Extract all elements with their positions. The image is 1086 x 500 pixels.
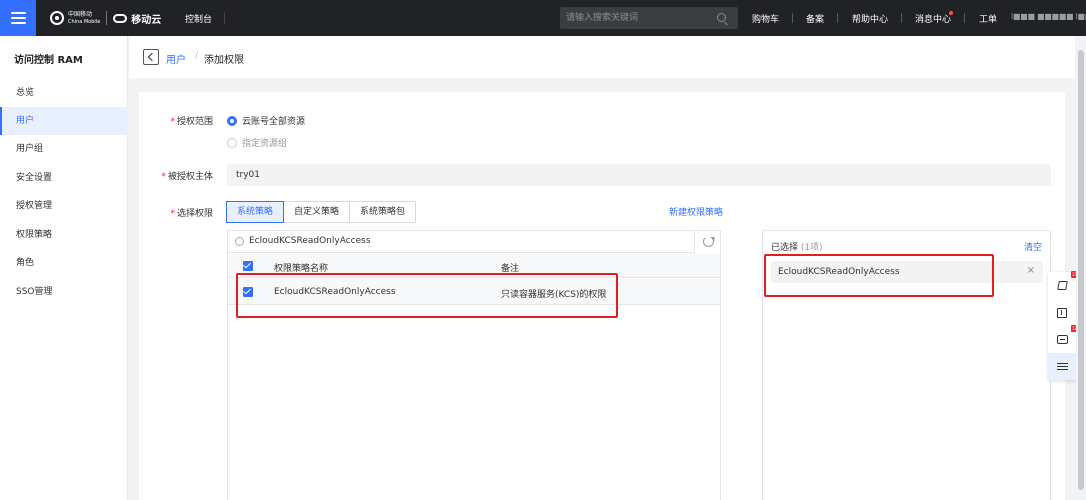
- scope-radio-resource-group[interactable]: 指定资源组: [227, 136, 287, 149]
- search-icon: [235, 237, 244, 246]
- logo-text: 移动云: [131, 14, 162, 26]
- sidebar: 访问控制 RAM 总览 用户 用户组 安全设置 授权管理 权限策略 角色 SSO…: [0, 36, 128, 500]
- page-header: 用户 / 添加权限: [129, 36, 1075, 78]
- divider: [792, 13, 793, 23]
- edit-tool-button[interactable]: 33: [1048, 271, 1078, 299]
- policy-label: * 选择权限: [170, 209, 213, 219]
- sidebar-item-sso[interactable]: SSO管理: [0, 278, 128, 306]
- sidebar-item-users[interactable]: 用户: [0, 107, 128, 135]
- nav-ticket[interactable]: 工单: [979, 12, 997, 25]
- radio-checked-icon: [227, 115, 237, 126]
- global-search-input[interactable]: [566, 7, 706, 29]
- breadcrumb-separator: /: [195, 51, 199, 61]
- pen-icon: [1056, 281, 1068, 290]
- search-icon[interactable]: [717, 13, 726, 22]
- breadcrumb-users[interactable]: 用户: [166, 51, 186, 66]
- remove-icon[interactable]: ×: [1027, 266, 1035, 276]
- logo-mark-icon: [50, 11, 64, 25]
- radio-unchecked-icon: [227, 137, 237, 148]
- menu-icon[interactable]: [0, 0, 36, 36]
- book-icon: [1057, 307, 1067, 318]
- console-link[interactable]: 控制台: [185, 12, 212, 25]
- tab-system-policy[interactable]: 系统策略: [226, 201, 285, 223]
- sidebar-item-overview[interactable]: 总览: [0, 79, 128, 107]
- sidebar-item-security[interactable]: 安全设置: [0, 164, 128, 192]
- new-policy-link[interactable]: 新建权限策略: [669, 205, 723, 218]
- sidebar-title: 访问控制 RAM: [14, 55, 83, 66]
- scrollbar-thumb[interactable]: [1078, 50, 1084, 490]
- floating-toolbar: 33 12: [1048, 271, 1078, 380]
- selected-title: 已选择 (1项): [771, 243, 823, 253]
- logo-cn-text: 中国移动: [68, 10, 93, 18]
- subject-field[interactable]: try01: [227, 164, 1051, 186]
- nav-help-center[interactable]: 帮助中心: [852, 12, 888, 25]
- logo-divider: [106, 11, 108, 25]
- subject-label: * 被授权主体: [161, 172, 213, 182]
- policy-list: EcloudKCSReadOnlyAccess 权限策略名称 备注 Ecloud…: [227, 230, 721, 500]
- divider: [837, 13, 838, 23]
- docs-tool-button[interactable]: [1048, 299, 1076, 326]
- global-search[interactable]: [560, 7, 738, 29]
- sidebar-item-user-groups[interactable]: 用户组: [0, 135, 128, 163]
- sidebar-item-authorization[interactable]: 授权管理: [0, 192, 128, 220]
- china-mobile-logo[interactable]: 中国移动 China Mobile 移动云: [50, 9, 161, 27]
- tab-system-policy-package[interactable]: 系统策略包: [349, 201, 417, 223]
- highlight-box-selected-item: [764, 254, 994, 297]
- collapse-tool-button[interactable]: [1048, 353, 1076, 380]
- cloud-icon: [113, 13, 128, 23]
- divider: [224, 12, 225, 24]
- nav-message-center[interactable]: 消息中心: [915, 12, 951, 25]
- policy-search[interactable]: EcloudKCSReadOnlyAccess: [228, 231, 695, 253]
- policy-type-tabs: 系统策略 自定义策略 系统策略包: [226, 201, 417, 223]
- nav-cart[interactable]: 购物车: [752, 12, 779, 25]
- unread-dot: [949, 11, 953, 15]
- sidebar-item-roles[interactable]: 角色: [0, 249, 128, 277]
- top-navbar: 中国移动 China Mobile 移动云 控制台 购物车 备案 帮助中心 消息…: [0, 0, 1086, 36]
- clear-selection-link[interactable]: 清空: [1024, 240, 1042, 253]
- divider: [901, 13, 902, 23]
- tab-custom-policy[interactable]: 自定义策略: [283, 201, 351, 223]
- highlight-box-policy-row: [236, 273, 618, 318]
- policy-search-input[interactable]: EcloudKCSReadOnlyAccess: [249, 236, 371, 246]
- page-title: 添加权限: [204, 55, 244, 66]
- divider: [964, 13, 965, 23]
- refresh-icon[interactable]: [703, 236, 714, 247]
- select-all-checkbox[interactable]: [243, 261, 253, 271]
- back-button[interactable]: [143, 49, 159, 65]
- nav-icp-filing[interactable]: 备案: [806, 12, 824, 25]
- selected-count: (1项): [800, 243, 823, 253]
- list-icon: [1056, 362, 1068, 371]
- chat-icon: [1056, 335, 1068, 344]
- logo-en-text: China Mobile: [68, 18, 101, 25]
- scope-radio-all[interactable]: 云账号全部资源: [227, 114, 305, 127]
- scope-label: * 授权范围: [170, 117, 213, 127]
- user-account[interactable]: l■■■ ■■■■■ l■■■: [1011, 12, 1086, 21]
- feedback-tool-button[interactable]: 12: [1048, 325, 1078, 353]
- sidebar-item-policies[interactable]: 权限策略: [0, 221, 128, 249]
